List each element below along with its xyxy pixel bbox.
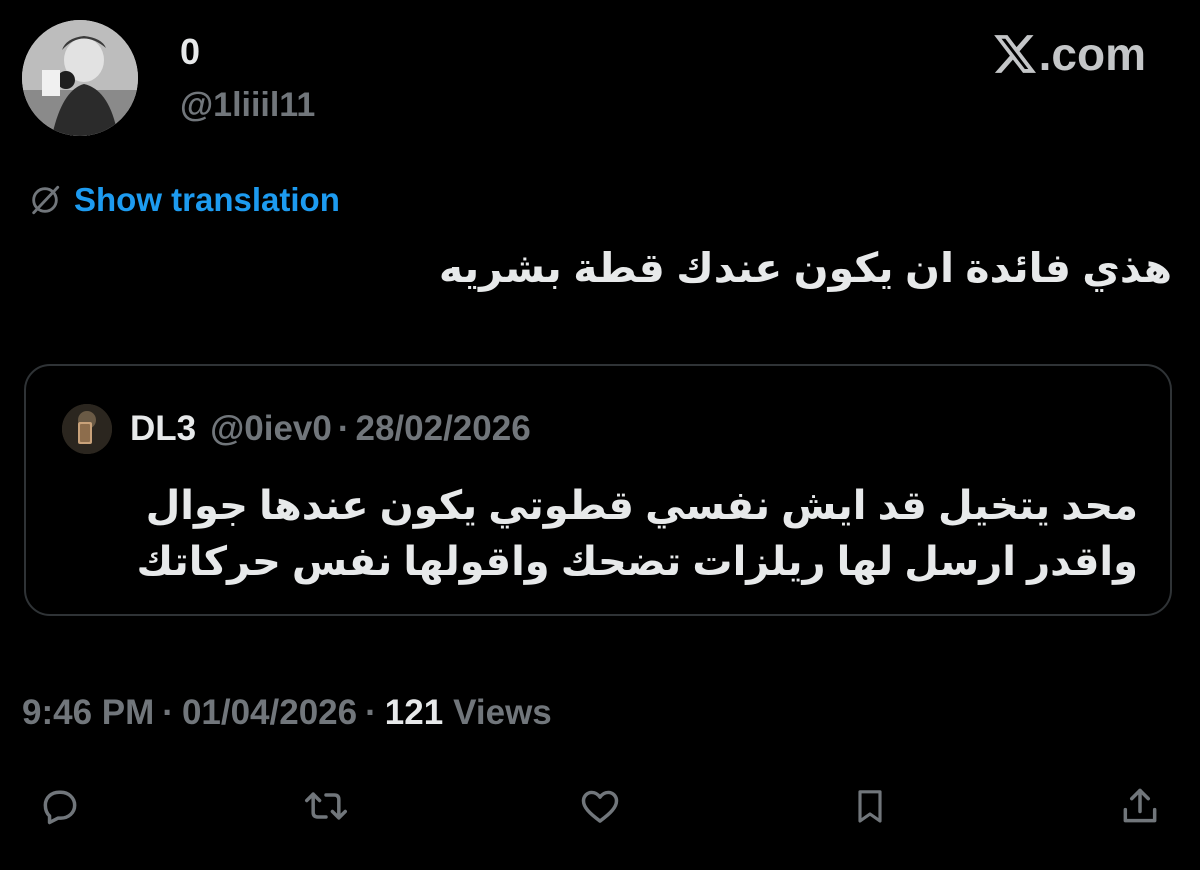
- tweet-time[interactable]: 9:46 PM: [22, 693, 154, 733]
- views-label: Views: [453, 693, 552, 732]
- reply-button[interactable]: [34, 780, 86, 832]
- display-name[interactable]: 0: [180, 30, 200, 74]
- quoted-tweet-header: DL3 @0iev0 · 28/02/2026: [130, 404, 531, 454]
- like-icon: [581, 790, 619, 823]
- retweet-icon: [305, 792, 347, 820]
- brand-watermark: .com: [993, 26, 1146, 82]
- show-translation-link[interactable]: Show translation: [28, 178, 340, 222]
- globe-slash-icon: [32, 185, 60, 215]
- quoted-separator: ·: [337, 409, 350, 448]
- brand-text: .com: [1038, 28, 1146, 80]
- tweet-date[interactable]: 01/04/2026: [182, 693, 357, 733]
- show-translation-label[interactable]: Show translation: [74, 178, 340, 222]
- bookmark-button[interactable]: [844, 780, 896, 832]
- tweet-text: هذي فائدة ان يكون عندك قطة بشريه: [438, 245, 1172, 291]
- quoted-text-line-1: محد يتخيل قد ايش نفسي قطوتي يكون عندها ج…: [145, 484, 1138, 528]
- tweet-meta: 9:46 PM · 01/04/2026 · 121 Views: [22, 688, 552, 738]
- quoted-display-name[interactable]: DL3: [130, 409, 196, 449]
- quoted-tweet-text: محد يتخيل قد ايش نفسي قطوتي يكون عندها ج…: [78, 478, 1138, 590]
- like-button[interactable]: [574, 780, 626, 832]
- views-count: 121: [384, 693, 444, 732]
- avatar-photo: [22, 20, 138, 136]
- avatar[interactable]: [22, 20, 138, 136]
- bookmark-icon: [858, 790, 882, 823]
- quoted-date[interactable]: 28/02/2026: [356, 409, 531, 449]
- reply-icon: [43, 790, 77, 825]
- share-button[interactable]: [1114, 780, 1166, 832]
- quoted-avatar[interactable]: [62, 404, 112, 454]
- meta-separator: ·: [365, 693, 377, 732]
- quoted-avatar-photo: [62, 404, 112, 454]
- retweet-button[interactable]: [300, 780, 352, 832]
- quoted-user-handle[interactable]: @0iev0: [210, 409, 332, 449]
- user-handle[interactable]: @1liiil11: [180, 84, 315, 126]
- share-icon: [1123, 788, 1157, 823]
- quoted-text-line-2: واقدر ارسل لها ريلزات تضحك واقولها نفس ح…: [136, 540, 1138, 584]
- x-logo-icon: [993, 35, 1036, 73]
- meta-separator: ·: [162, 693, 174, 732]
